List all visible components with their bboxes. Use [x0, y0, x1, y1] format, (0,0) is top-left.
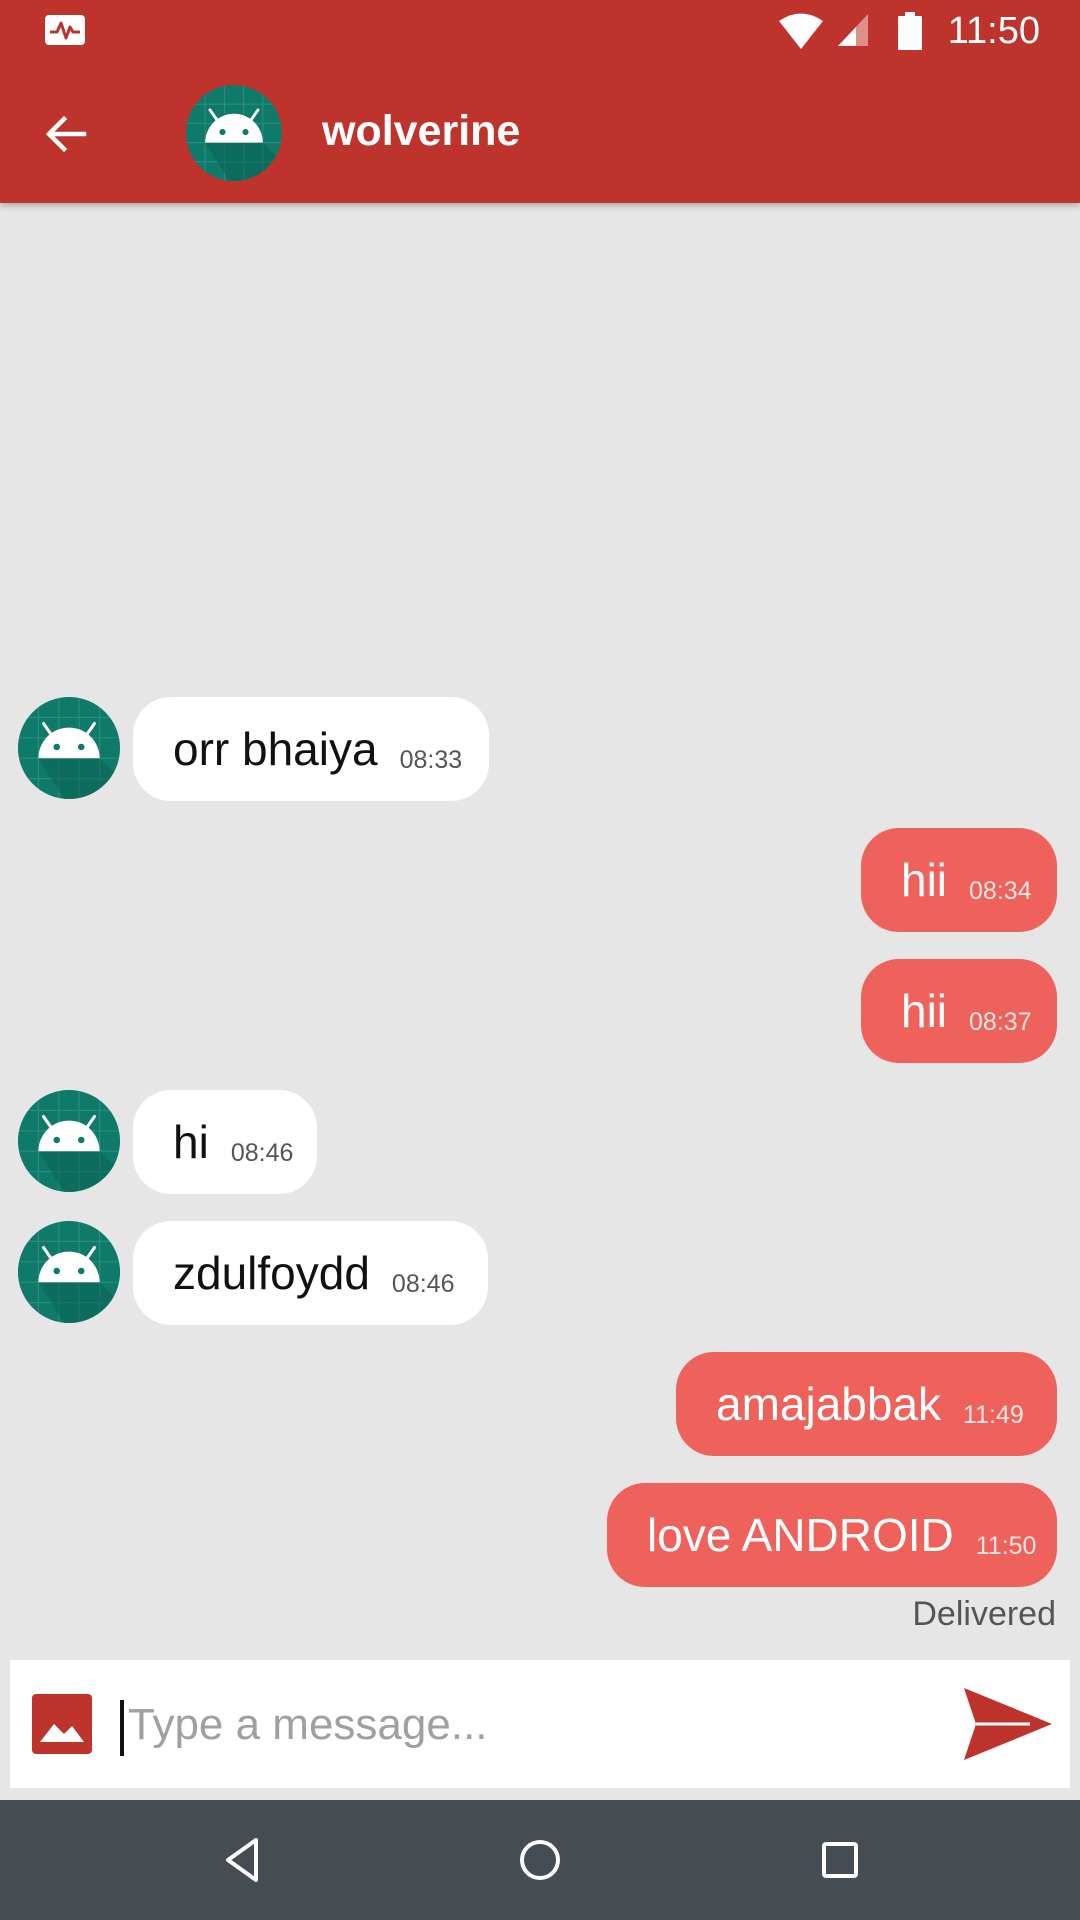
contact-name[interactable]: wolverine — [322, 107, 520, 156]
message-text: amajabbak — [716, 1378, 942, 1430]
android-avatar-icon — [186, 85, 282, 181]
text-cursor — [120, 1700, 124, 1756]
message-text: zdulfoydd — [173, 1247, 370, 1299]
message-bubble-incoming[interactable]: orr bhaiya 08:33 — [133, 697, 489, 801]
battery-icon — [898, 12, 922, 50]
message-time: 11:49 — [963, 1400, 1024, 1429]
message-time: 11:50 — [975, 1531, 1037, 1560]
status-bar: 11:50 — [0, 0, 1080, 63]
send-icon[interactable] — [960, 1684, 1056, 1764]
message-time: 08:33 — [399, 745, 463, 774]
message-input[interactable] — [126, 1688, 930, 1762]
message-composer — [10, 1660, 1070, 1788]
message-time: 08:46 — [230, 1138, 294, 1167]
message-text: hii — [901, 985, 948, 1037]
nav-home-icon[interactable] — [510, 1830, 570, 1890]
android-avatar-icon — [18, 1221, 120, 1323]
message-bubble-outgoing[interactable]: hii 08:37 — [861, 959, 1057, 1063]
message-avatar[interactable] — [18, 1221, 120, 1323]
message-time: 08:34 — [969, 876, 1032, 905]
contact-avatar[interactable] — [186, 85, 282, 181]
system-nav-bar — [0, 1800, 1080, 1920]
message-avatar[interactable] — [18, 1090, 120, 1192]
nav-back-icon[interactable] — [212, 1830, 272, 1890]
android-avatar-icon — [18, 1090, 120, 1192]
cell-signal-icon — [838, 14, 868, 46]
message-bubble-outgoing[interactable]: amajabbak 11:49 — [676, 1352, 1057, 1456]
app-bar: wolverine — [0, 63, 1080, 203]
message-bubble-outgoing[interactable]: love ANDROID 11:50 — [607, 1483, 1057, 1587]
image-gallery-icon[interactable] — [32, 1694, 92, 1754]
message-time: 08:37 — [969, 1007, 1032, 1036]
message-text: love ANDROID — [647, 1509, 954, 1561]
message-text: hii — [901, 854, 948, 906]
message-text: hi — [173, 1116, 209, 1168]
arrow-back-icon[interactable] — [40, 108, 92, 160]
message-bubble-outgoing[interactable]: hii 08:34 — [861, 828, 1057, 932]
message-time: 08:46 — [391, 1269, 455, 1298]
delivery-status: Delivered — [912, 1595, 1056, 1633]
status-time: 11:50 — [947, 10, 1040, 52]
message-avatar[interactable] — [18, 697, 120, 799]
message-bubble-incoming[interactable]: hi 08:46 — [133, 1090, 317, 1194]
activity-pulse-icon — [45, 15, 85, 45]
message-text: orr bhaiya — [173, 723, 378, 775]
android-avatar-icon — [18, 697, 120, 799]
nav-recents-icon[interactable] — [810, 1830, 870, 1890]
message-bubble-incoming[interactable]: zdulfoydd 08:46 — [133, 1221, 488, 1325]
wifi-icon — [779, 13, 823, 49]
